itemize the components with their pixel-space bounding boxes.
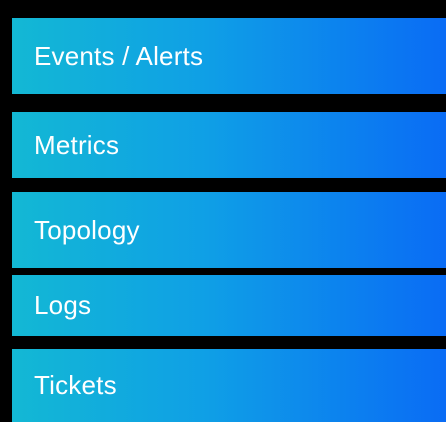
category-logs[interactable]: Logs xyxy=(12,275,446,336)
category-metrics[interactable]: Metrics xyxy=(12,112,446,178)
category-tickets[interactable]: Tickets xyxy=(12,349,446,422)
category-label: Metrics xyxy=(34,129,120,160)
category-label: Tickets xyxy=(34,370,117,400)
category-label: Topology xyxy=(34,214,140,245)
category-label: Logs xyxy=(34,290,92,320)
category-label: Events / Alerts xyxy=(34,40,204,71)
category-list: Events / Alerts Metrics Topology Logs Ti… xyxy=(0,0,446,422)
category-topology[interactable]: Topology xyxy=(12,192,446,268)
category-events-alerts[interactable]: Events / Alerts xyxy=(12,18,446,94)
